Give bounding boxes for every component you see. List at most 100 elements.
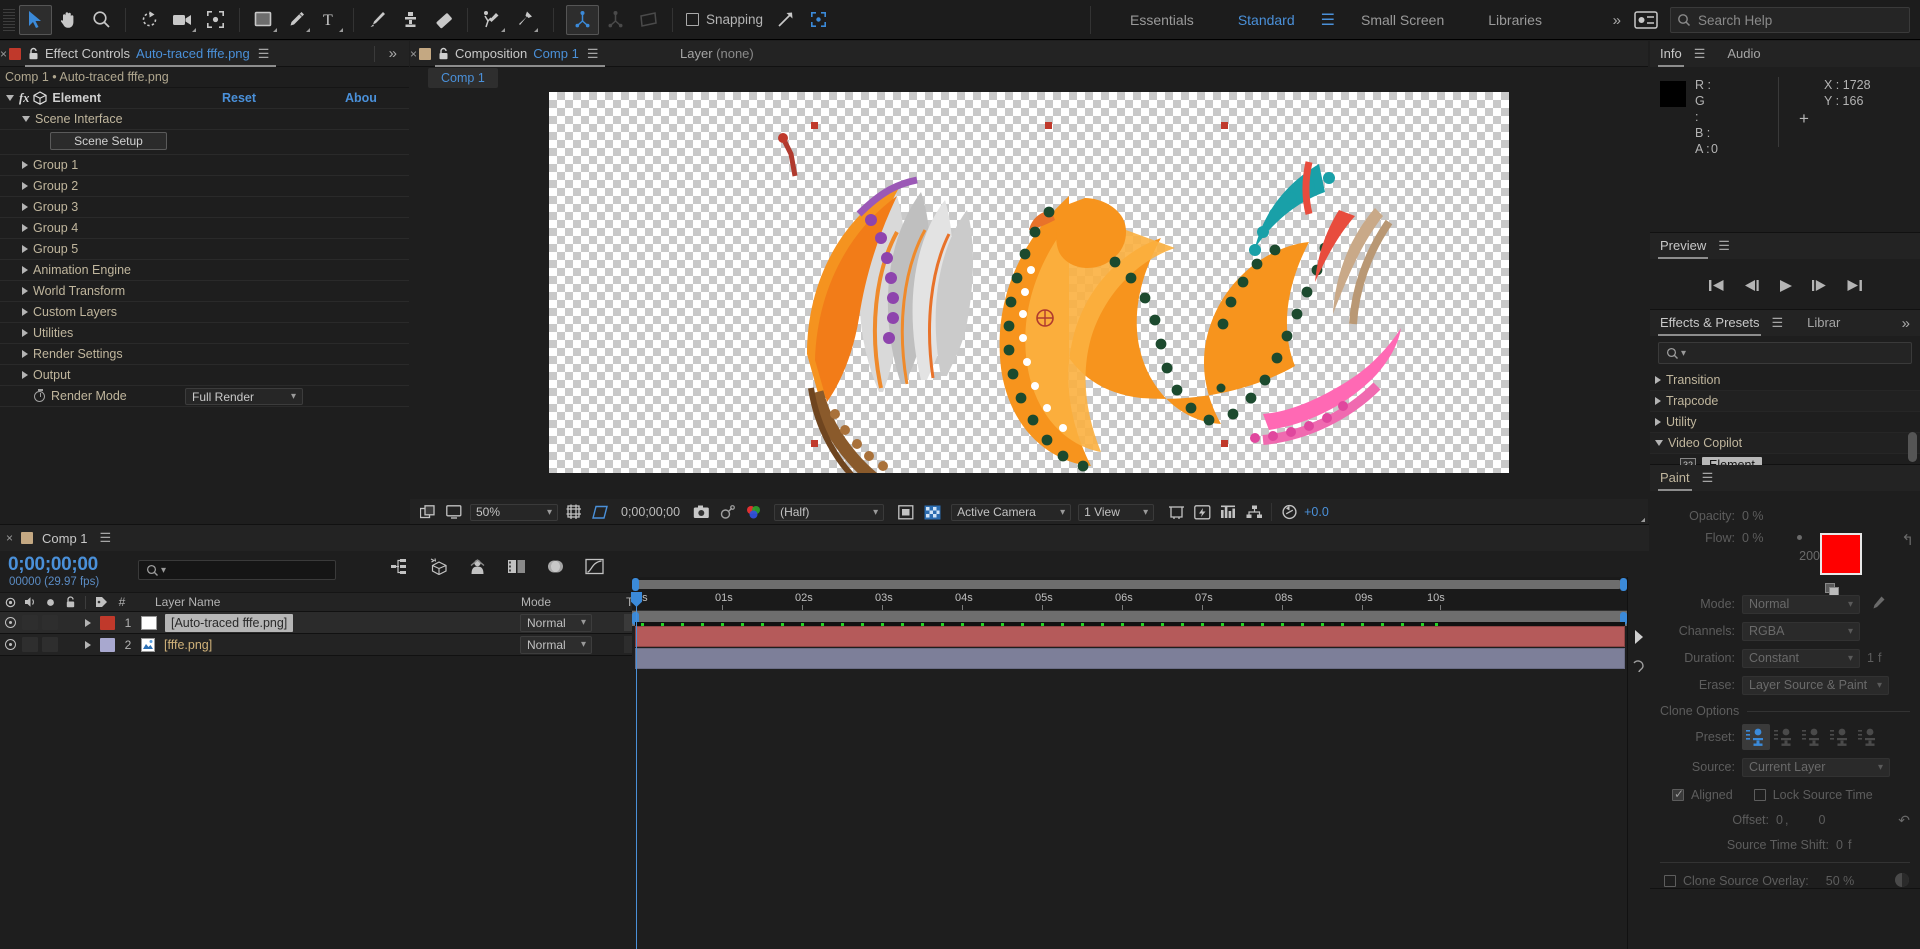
toggle-transparency-grid-icon[interactable] xyxy=(919,501,945,523)
timeline-vertical-scrollbar[interactable] xyxy=(1627,577,1649,949)
effects-category-trapcode[interactable]: Trapcode xyxy=(1650,391,1920,412)
paint-duration-dropdown[interactable]: Constant ▾ xyxy=(1742,648,1860,668)
foreground-color-swatch[interactable] xyxy=(1820,533,1862,575)
chevron-right-icon[interactable] xyxy=(22,245,28,253)
close-icon[interactable]: × xyxy=(6,531,13,545)
layer-name-column-header[interactable]: Layer Name xyxy=(155,595,220,609)
duration-frames-value[interactable]: 1 xyxy=(1867,651,1874,665)
chevron-right-icon[interactable] xyxy=(1655,418,1661,426)
motion-blur-icon[interactable] xyxy=(546,558,565,578)
layer-name-box[interactable]: [Auto-traced fffe.png] xyxy=(165,613,294,632)
fast-previews-icon[interactable] xyxy=(1189,501,1645,523)
timeline-jump-icon[interactable] xyxy=(1215,501,1241,523)
solo-switch-box[interactable] xyxy=(42,615,58,630)
last-frame-button[interactable] xyxy=(1846,279,1863,295)
snapping-bounds-icon[interactable] xyxy=(802,5,835,35)
type-tool[interactable]: T xyxy=(313,5,346,35)
swap-colors-icon[interactable]: ↰ xyxy=(1901,531,1914,549)
toggle-alpha-icon[interactable] xyxy=(415,501,441,523)
next-frame-button[interactable] xyxy=(1811,279,1828,295)
effects-scrollbar[interactable] xyxy=(1908,432,1917,462)
layer-expand-toggle[interactable] xyxy=(80,618,96,627)
tab-info[interactable]: Info xyxy=(1650,41,1692,67)
snapshot-icon[interactable] xyxy=(688,501,714,523)
tab-audio[interactable]: Audio xyxy=(1717,41,1770,67)
pixel-aspect-correction-icon[interactable] xyxy=(1163,501,1189,523)
timeline-tab-label[interactable]: Comp 1 xyxy=(42,531,88,546)
chevron-down-icon[interactable] xyxy=(22,116,30,122)
mode-column-header[interactable]: Mode xyxy=(521,595,551,609)
graph-editor-icon[interactable] xyxy=(585,558,604,578)
lock-icon[interactable] xyxy=(438,47,449,60)
panel-menu-icon[interactable]: ☰ xyxy=(1692,46,1708,62)
world-axis-mode-icon[interactable] xyxy=(599,5,632,35)
close-icon[interactable]: × xyxy=(410,47,417,61)
layer-duration-bar-1[interactable] xyxy=(635,626,1625,647)
panel-menu-icon[interactable]: ☰ xyxy=(98,530,114,546)
workspace-small-screen[interactable]: Small Screen xyxy=(1339,0,1466,40)
flow-value[interactable]: 0 % xyxy=(1742,531,1764,545)
hide-shy-layers-icon[interactable] xyxy=(468,558,487,578)
group-row-4[interactable]: Group 4 xyxy=(0,218,409,239)
playhead-line[interactable] xyxy=(636,592,637,949)
brush-size-value[interactable]: 200 xyxy=(1799,549,1820,563)
render-mode-dropdown[interactable]: Full Render ▾ xyxy=(185,388,303,405)
layer-label-color[interactable] xyxy=(100,615,115,630)
video-toggle[interactable] xyxy=(0,639,20,650)
group-row-2[interactable]: Group 2 xyxy=(0,176,409,197)
frame-blending-icon[interactable] xyxy=(507,558,526,578)
comp-subtab-chip[interactable]: Comp 1 xyxy=(428,68,498,88)
resolution-dropdown[interactable]: (Half) ▾ xyxy=(774,503,885,521)
source-time-shift-value[interactable]: 0 xyxy=(1836,838,1843,852)
draft-3d-icon[interactable] xyxy=(429,558,448,578)
view-layout-dropdown[interactable]: 1 View ▾ xyxy=(1078,503,1155,521)
chevron-right-icon[interactable] xyxy=(22,266,28,274)
local-axis-mode-icon[interactable] xyxy=(566,4,599,35)
group-row-custom-layers[interactable]: Custom Layers xyxy=(0,302,409,323)
rectangle-tool[interactable] xyxy=(247,5,280,35)
search-help-input[interactable]: Search Help xyxy=(1670,7,1910,33)
group-row-world-transform[interactable]: World Transform xyxy=(0,281,409,302)
rotation-tool[interactable] xyxy=(133,5,166,35)
chevron-right-icon[interactable] xyxy=(22,224,28,232)
chevron-right-icon[interactable] xyxy=(22,371,28,379)
chevron-down-icon[interactable] xyxy=(1655,440,1663,446)
clone-source-dropdown[interactable]: Current Layer ▾ xyxy=(1742,757,1890,777)
group-row-1[interactable]: Group 1 xyxy=(0,155,409,176)
transparency-grid-icon[interactable] xyxy=(587,501,613,523)
offset-x-value[interactable]: 0 xyxy=(1776,813,1783,827)
close-icon[interactable]: × xyxy=(0,47,7,61)
eraser-tool[interactable] xyxy=(427,5,460,35)
layer-blend-mode-dropdown[interactable]: Normal ▾ xyxy=(520,613,592,632)
workspace-essentials[interactable]: Essentials xyxy=(1108,0,1216,40)
chevron-right-icon[interactable] xyxy=(22,203,28,211)
camera-tool[interactable] xyxy=(166,5,199,35)
exposure-reset-icon[interactable] xyxy=(1276,501,1302,523)
group-row-animation-engine[interactable]: Animation Engine xyxy=(0,260,409,281)
opacity-value[interactable]: 0 % xyxy=(1742,509,1764,523)
chevron-right-icon[interactable] xyxy=(22,350,28,358)
effect-header-element[interactable]: fx Element Reset Abou xyxy=(0,88,409,109)
clone-preset-5[interactable] xyxy=(1854,724,1882,750)
layer-expand-toggle[interactable] xyxy=(80,640,96,649)
navigator-start-handle[interactable] xyxy=(632,578,639,591)
layer-handle-icon[interactable] xyxy=(1632,629,1646,645)
roto-brush-tool[interactable] xyxy=(475,5,508,35)
time-navigator-bar[interactable] xyxy=(632,577,1627,592)
pen-tool[interactable] xyxy=(280,5,313,35)
workspace-libraries[interactable]: Libraries xyxy=(1466,0,1564,40)
eyedropper-icon[interactable] xyxy=(1870,595,1886,614)
tab-libraries[interactable]: Librar xyxy=(1797,310,1850,336)
clone-stamp-tool[interactable] xyxy=(394,5,427,35)
panel-menu-icon[interactable]: ☰ xyxy=(1700,470,1716,486)
group-row-utilities[interactable]: Utilities xyxy=(0,323,409,344)
about-link[interactable]: Abou xyxy=(345,91,377,105)
current-time-display[interactable]: 0;00;00;00 xyxy=(8,554,98,576)
clone-preset-2[interactable] xyxy=(1770,724,1798,750)
view-axis-mode-icon[interactable] xyxy=(632,5,665,35)
layer-name[interactable]: [fffe.png] xyxy=(164,638,212,652)
chevron-right-icon[interactable] xyxy=(85,640,91,649)
audio-toggle[interactable] xyxy=(20,637,40,652)
anchor-point-tool[interactable] xyxy=(199,5,232,35)
chevron-down-icon[interactable] xyxy=(6,95,14,101)
